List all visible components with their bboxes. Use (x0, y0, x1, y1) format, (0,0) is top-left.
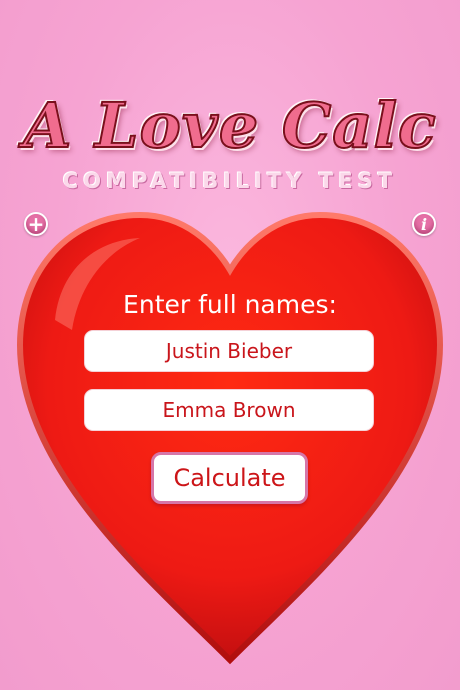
calculate-button[interactable]: Calculate (151, 452, 308, 504)
second-name-field[interactable]: Emma Brown (84, 389, 374, 431)
first-name-field[interactable]: Justin Bieber (84, 330, 374, 372)
app-screen: A Love Calc COMPATIBILITY TEST + i Enter… (0, 0, 460, 690)
names-prompt: Enter full names: (123, 290, 337, 319)
